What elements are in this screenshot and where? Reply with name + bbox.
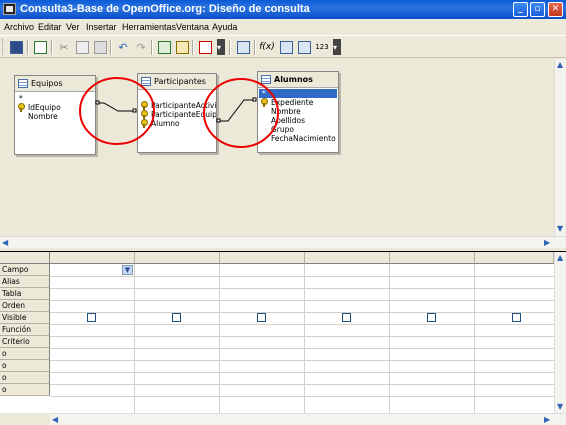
query-design-icon[interactable] [174, 39, 190, 55]
query-criteria-grid: Campo Alias Tabla Orden Visible Función … [0, 252, 566, 425]
visible-checkbox[interactable] [427, 313, 436, 322]
menu-herramientas[interactable]: Herramientas [122, 22, 176, 32]
design-horizontal-scrollbar[interactable]: ◀ ▶ [0, 236, 566, 248]
visible-checkbox[interactable] [512, 313, 521, 322]
title-bar: Consulta3-Base de OpenOffice.org: Diseño… [0, 0, 566, 19]
relation-line-equipos-participantes [95, 100, 137, 113]
column-header[interactable] [50, 252, 135, 264]
row-label-criterio: Criterio [0, 336, 50, 348]
row-label-o: o [0, 360, 50, 372]
row-label-tabla: Tabla [0, 288, 50, 300]
column-header[interactable] [390, 252, 475, 264]
window-title: Consulta3-Base de OpenOffice.org: Diseño… [20, 3, 310, 15]
menu-ayuda[interactable]: Ayuda [212, 22, 237, 32]
app-icon [3, 3, 16, 15]
copy-icon[interactable] [74, 39, 90, 55]
visible-checkbox[interactable] [257, 313, 266, 322]
query-design-area: Equipos * IdEquipo Nombre Participantes … [0, 59, 566, 248]
functions-icon[interactable]: f(x) [259, 39, 275, 55]
relations-overlay [79, 77, 279, 148]
toolbar-dropdown-2[interactable] [333, 39, 341, 55]
column-header[interactable] [135, 252, 220, 264]
menu-editar[interactable]: Editar [38, 22, 62, 32]
paste-icon[interactable] [92, 39, 108, 55]
row-label-visible: Visible [0, 312, 50, 324]
alias-icon[interactable] [296, 39, 312, 55]
grid-vertical-scrollbar[interactable]: ▲ ▼ [554, 252, 566, 413]
relation-line-participantes-alumnos [216, 97, 257, 123]
visible-checkbox[interactable] [342, 313, 351, 322]
row-label-alias: Alias [0, 276, 50, 288]
menu-bar: Archivo Editar Ver Insertar Herramientas… [0, 19, 566, 35]
grid-horizontal-scrollbar[interactable]: ◀ ▶ [50, 413, 566, 425]
highlight-circle [203, 78, 279, 148]
cut-icon[interactable]: ✂ [56, 39, 72, 55]
distinct-values-icon[interactable]: 123 [314, 39, 330, 55]
toolbar-dropdown[interactable] [217, 39, 225, 55]
grid-corner [0, 252, 50, 264]
table-name-icon[interactable] [278, 39, 294, 55]
table-view-icon[interactable] [235, 39, 251, 55]
column-header[interactable] [475, 252, 554, 264]
edit-icon[interactable] [32, 39, 48, 55]
row-label-o: o [0, 348, 50, 360]
row-label-funcion: Función [0, 324, 50, 336]
menu-ventana[interactable]: Ventana [176, 22, 209, 32]
menu-archivo[interactable]: Archivo [4, 22, 34, 32]
menu-insertar[interactable]: Insertar [86, 22, 117, 32]
menu-ver[interactable]: Ver [66, 22, 80, 32]
chevron-down-icon[interactable]: ▼ [122, 265, 133, 275]
save-icon[interactable] [8, 39, 24, 55]
delete-table-icon[interactable] [197, 39, 213, 55]
field-combobox[interactable]: ▼ [51, 265, 134, 276]
close-button[interactable]: ✕ [548, 2, 563, 17]
toolbar: ✂ ↶ ↷ f(x) 123 [0, 35, 566, 58]
column-header[interactable] [305, 252, 390, 264]
visible-checkbox[interactable] [172, 313, 181, 322]
row-label-campo: Campo [0, 264, 50, 276]
toolbar-grip[interactable] [2, 39, 5, 55]
undo-icon[interactable]: ↶ [115, 39, 131, 55]
maximize-button[interactable]: ▫ [530, 2, 545, 17]
visible-checkbox[interactable] [87, 313, 96, 322]
minimize-button[interactable]: _ [513, 2, 528, 17]
row-label-o: o [0, 384, 50, 396]
column-header[interactable] [220, 252, 305, 264]
design-vertical-scrollbar[interactable]: ▲ ▼ [554, 59, 566, 236]
redo-icon[interactable]: ↷ [133, 39, 149, 55]
row-labels: Campo Alias Tabla Orden Visible Función … [0, 264, 50, 396]
row-label-o: o [0, 372, 50, 384]
add-table-icon[interactable] [156, 39, 172, 55]
row-label-orden: Orden [0, 300, 50, 312]
